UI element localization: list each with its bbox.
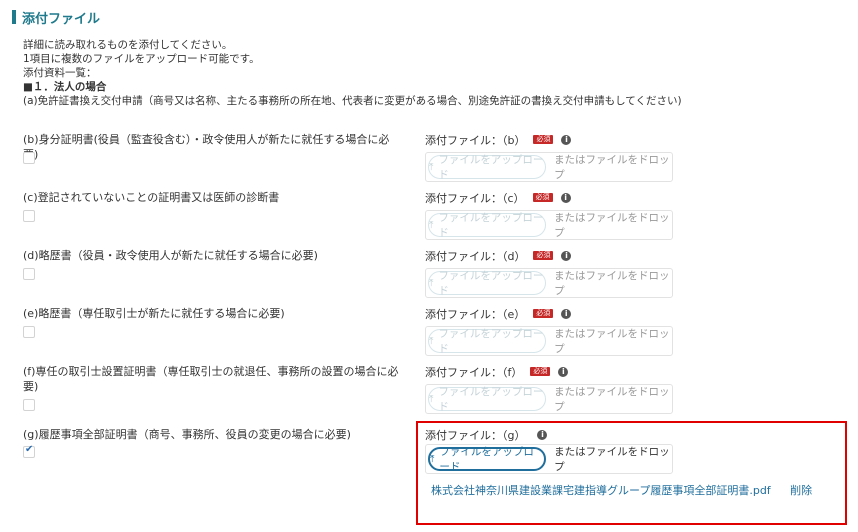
upload-area: 添付ファイル：（e） 必須 i ⤒ ファイルをアップロード またはファイルをドロッ…	[425, 306, 675, 356]
intro-line-1: 詳細に読み取れるものを添付してください。	[23, 39, 233, 51]
intro-text: 詳細に読み取れるものを添付してください。 1項目に複数のファイルをアップロード可…	[23, 38, 682, 108]
item-checkbox[interactable]	[23, 399, 35, 411]
item-label: (e)略歴書（専任取引士が新たに就任する場合に必要)	[23, 307, 285, 320]
upload-button[interactable]: ⤒ ファイルをアップロード	[428, 386, 547, 413]
item-label: (f)専任の取引士設置証明書（専任取引士の就退任、事務所の設置の場合に必要)	[23, 365, 399, 393]
drop-text: またはファイルをドロップ	[554, 270, 670, 297]
item-label: (c)登記されていないことの証明書又は医師の診断書	[23, 191, 280, 204]
info-icon[interactable]: i	[558, 366, 569, 377]
item-checkbox[interactable]	[23, 268, 35, 280]
info-icon[interactable]: i	[560, 192, 571, 203]
intro-line-3: 添付資料一覧：	[23, 67, 97, 79]
intro-line-2: 1項目に複数のファイルをアップロード可能です。	[23, 53, 260, 65]
section-accent-bar	[12, 10, 16, 24]
upload-area: 添付ファイル：（c） 必須 i ⤒ ファイルをアップロード またはファイルをドロッ…	[425, 190, 675, 240]
drop-text: またはファイルをドロップ	[554, 328, 670, 355]
highlight-box	[416, 421, 847, 525]
upload-icon: ⤒	[429, 277, 434, 289]
section-header: 添付ファイル	[12, 8, 101, 27]
drop-zone[interactable]: ⤒ ファイルをアップロード またはファイルをドロップ	[425, 326, 673, 356]
info-icon[interactable]: i	[561, 134, 572, 145]
upload-area: 添付ファイル：（f） 必須 i ⤒ ファイルをアップロード またはファイルをドロッ…	[425, 364, 675, 414]
upload-label: 添付ファイル：（d）	[425, 249, 526, 263]
item-checkbox[interactable]	[23, 210, 35, 222]
upload-icon: ⤒	[429, 393, 434, 405]
item-label: (b)身分証明書(役員（監査役含む）・政令使用人が新たに就任する場合に必要)	[23, 133, 390, 161]
drop-zone[interactable]: ⤒ ファイルをアップロード またはファイルをドロップ	[425, 268, 673, 298]
required-badge: 必須	[532, 193, 553, 202]
upload-icon: ⤒	[429, 335, 434, 347]
item-checkbox[interactable]	[23, 326, 35, 338]
upload-button[interactable]: ⤒ ファイルをアップロード	[428, 154, 547, 181]
upload-label: 添付ファイル：（c）	[425, 191, 525, 205]
info-icon[interactable]: i	[561, 308, 572, 319]
drop-zone[interactable]: ⤒ ファイルをアップロード またはファイルをドロップ	[425, 384, 673, 414]
required-badge: 必須	[533, 309, 554, 318]
required-badge: 必須	[530, 367, 551, 376]
drop-text: またはファイルをドロップ	[554, 212, 670, 239]
drop-zone[interactable]: ⤒ ファイルをアップロード またはファイルをドロップ	[425, 152, 673, 182]
section-title: 添付ファイル	[22, 11, 101, 27]
upload-area: 添付ファイル：（d） 必須 i ⤒ ファイルをアップロード またはファイルをドロッ…	[425, 248, 675, 298]
required-badge: 必須	[533, 135, 554, 144]
upload-button[interactable]: ⤒ ファイルをアップロード	[428, 212, 547, 239]
upload-area: 添付ファイル：（b） 必須 i ⤒ ファイルをアップロード またはファイルをドロッ…	[425, 132, 675, 182]
item-label: (g)履歴事項全部証明書（商号、事務所、役員の変更の場合に必要)	[23, 428, 351, 441]
intro-heading: ■１．法人の場合	[23, 81, 107, 93]
upload-icon: ⤒	[429, 219, 434, 231]
intro-item-a: (a)免許証書換え交付申請（商号又は名称、主たる事務所の所在地、代表者に変更があ…	[23, 95, 682, 107]
item-checkbox[interactable]	[23, 152, 35, 164]
upload-button[interactable]: ⤒ ファイルをアップロード	[428, 328, 547, 355]
upload-icon: ⤒	[429, 161, 434, 173]
drop-text: またはファイルをドロップ	[554, 386, 670, 413]
upload-button[interactable]: ⤒ ファイルをアップロード	[428, 270, 547, 297]
drop-text: またはファイルをドロップ	[554, 154, 670, 181]
upload-label: 添付ファイル：（b）	[425, 133, 526, 147]
drop-zone[interactable]: ⤒ ファイルをアップロード またはファイルをドロップ	[425, 210, 673, 240]
upload-label: 添付ファイル：（f）	[425, 365, 523, 379]
item-label: (d)略歴書（役員・政令使用人が新たに就任する場合に必要)	[23, 249, 318, 262]
info-icon[interactable]: i	[561, 250, 572, 261]
item-checkbox[interactable]	[23, 444, 35, 458]
required-badge: 必須	[533, 251, 554, 260]
upload-label: 添付ファイル：（e）	[425, 307, 526, 321]
